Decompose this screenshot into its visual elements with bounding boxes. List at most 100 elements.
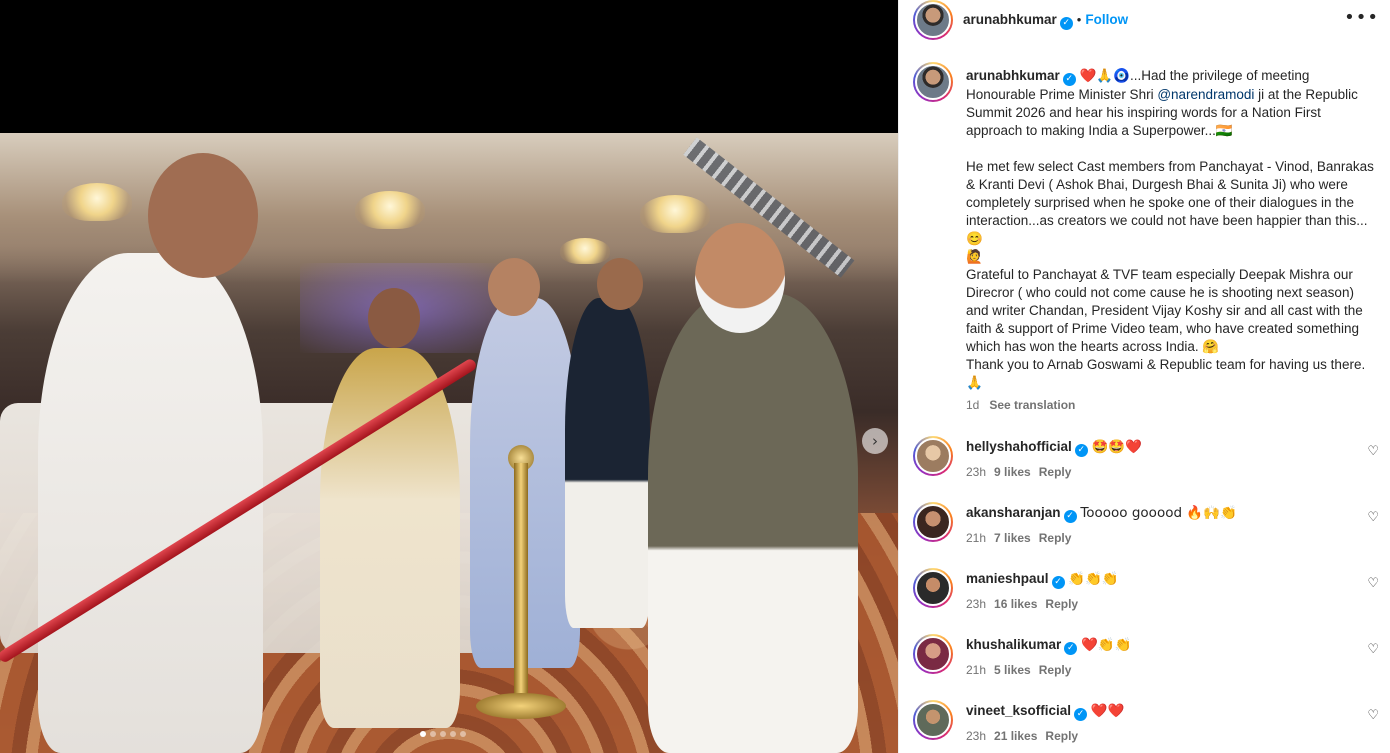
see-translation-link[interactable]: See translation (989, 398, 1075, 412)
person-nehru-head (695, 223, 785, 333)
like-heart-icon[interactable]: ♡ (1367, 708, 1379, 723)
person-left-head (148, 153, 258, 278)
like-heart-icon[interactable]: ♡ (1367, 576, 1379, 591)
reply-button[interactable]: Reply (1045, 729, 1078, 743)
caption-body: arunabhkumar ✓ ❤️🙏🧿...Had the privilege o… (966, 67, 1376, 392)
comment-line: khushalikumar ✓ ❤️👏👏 (966, 637, 1132, 655)
caption-time: 1d (966, 398, 980, 412)
carousel-dot[interactable] (450, 731, 456, 737)
comment-time: 23h (966, 597, 987, 611)
chandelier-4 (560, 238, 610, 264)
carousel-dot[interactable] (460, 731, 466, 737)
post-media[interactable]: › (0, 0, 898, 753)
comment-likes[interactable]: 9 likes (994, 465, 1031, 479)
chandelier-3 (640, 195, 710, 233)
mention-link[interactable]: @narendramodi (1157, 87, 1254, 102)
verified-badge-icon: ✓ (1062, 73, 1076, 86)
person-nehru-jacket (648, 293, 858, 753)
carousel-next-button[interactable]: › (862, 428, 888, 454)
caption-text-2: He met few select Cast members from Panc… (966, 159, 1374, 246)
comment-line: manieshpaul ✓ 👏👏👏 (966, 571, 1119, 589)
chandelier-2 (355, 191, 425, 229)
verified-badge-icon: ✓ (1074, 708, 1088, 721)
commenter-avatar[interactable] (913, 436, 953, 476)
caption-avatar[interactable] (913, 62, 953, 102)
like-heart-icon[interactable]: ♡ (1367, 510, 1379, 525)
comment-text: 🤩🤩❤️ (1091, 439, 1142, 455)
comment-item: vineet_ksofficial ✓ ❤️❤️ 23h 21 likes Reply… (913, 700, 1383, 753)
carousel-dot[interactable] (420, 731, 426, 737)
reply-button[interactable]: Reply (1039, 465, 1072, 479)
comment-username[interactable]: akansharanjan (966, 505, 1061, 520)
comment-time: 23h (966, 465, 987, 479)
caption-username[interactable]: arunabhkumar (966, 68, 1060, 83)
like-heart-icon[interactable]: ♡ (1367, 642, 1379, 657)
comment-time: 23h (966, 729, 987, 743)
stanchion-base (476, 693, 566, 719)
more-options-icon[interactable]: ••• (1344, 9, 1379, 27)
comment-meta: 21h 7 likes Reply (966, 531, 1071, 545)
carousel-dot[interactable] (430, 731, 436, 737)
comment-username[interactable]: manieshpaul (966, 571, 1049, 586)
comment-item: manieshpaul ✓ 👏👏👏 23h 16 likes Reply ♡ (913, 568, 1383, 624)
comment-line: vineet_ksofficial ✓ ❤️❤️ (966, 703, 1124, 721)
caption-text-5: Thank you to Arnab Goswami & Republic te… (966, 357, 1366, 390)
comment-username[interactable]: vineet_ksofficial (966, 703, 1071, 718)
header-user-line: arunabhkumar ✓ • Follow (963, 11, 1128, 30)
comment-item: hellyshahofficial ✓ 🤩🤩❤️ 23h 9 likes Reply … (913, 436, 1383, 492)
commenter-avatar[interactable] (913, 568, 953, 608)
reply-button[interactable]: Reply (1039, 531, 1072, 545)
verified-badge-icon: ✓ (1063, 510, 1077, 523)
comment-text: 👏👏👏 (1068, 571, 1119, 587)
comment-meta: 23h 9 likes Reply (966, 465, 1071, 479)
verified-badge-icon: ✓ (1074, 444, 1088, 457)
person-saree (320, 348, 460, 728)
reply-button[interactable]: Reply (1039, 663, 1072, 677)
comment-meta: 23h 16 likes Reply (966, 597, 1078, 611)
stanchion-pole (514, 463, 528, 703)
comment-text: ❤️❤️ (1090, 703, 1125, 719)
caption-text-3: 🙋 (966, 249, 983, 264)
commenter-avatar[interactable] (913, 700, 953, 740)
person-dark-suit (565, 298, 650, 628)
commenter-avatar[interactable] (913, 502, 953, 542)
author-username[interactable]: arunabhkumar (963, 12, 1057, 27)
comment-likes[interactable]: 5 likes (994, 663, 1031, 677)
comment-line: hellyshahofficial ✓ 🤩🤩❤️ (966, 439, 1142, 457)
person-left-white-shirt (38, 253, 263, 753)
comment-text: ❤️👏👏 (1081, 637, 1132, 653)
follow-button[interactable]: Follow (1085, 12, 1128, 27)
verified-badge-icon: ✓ (1059, 17, 1073, 30)
like-heart-icon[interactable]: ♡ (1367, 444, 1379, 459)
comment-time: 21h (966, 663, 987, 677)
comment-username[interactable]: khushalikumar (966, 637, 1061, 652)
comment-likes[interactable]: 16 likes (994, 597, 1037, 611)
verified-badge-icon: ✓ (1064, 642, 1078, 655)
author-avatar[interactable] (913, 0, 953, 40)
comment-meta: 23h 21 likes Reply (966, 729, 1078, 743)
comment-likes[interactable]: 7 likes (994, 531, 1031, 545)
verified-badge-icon: ✓ (1051, 576, 1065, 589)
commenter-avatar[interactable] (913, 634, 953, 674)
carousel-dots (420, 731, 466, 737)
post-photo (0, 133, 898, 753)
post-header: arunabhkumar ✓ • Follow ••• (899, 0, 1390, 40)
chevron-right-icon: › (872, 432, 878, 450)
caption-meta: 1d See translation (966, 398, 1075, 412)
comment-username[interactable]: hellyshahofficial (966, 439, 1072, 454)
comment-text: Tooooo gooood 🔥🙌👏 (1080, 505, 1237, 521)
carousel-dot[interactable] (440, 731, 446, 737)
caption-emojis: ❤️🙏🧿 (1079, 68, 1130, 84)
post-sidebar: arunabhkumar ✓ • Follow ••• arunabhkumar ✓ ❤… (898, 0, 1390, 753)
comment-time: 21h (966, 531, 987, 545)
person-floral-head (488, 258, 540, 316)
comment-item: khushalikumar ✓ ❤️👏👏 21h 5 likes Reply ♡ (913, 634, 1383, 690)
reply-button[interactable]: Reply (1045, 597, 1078, 611)
comment-line: akansharanjan ✓ Tooooo gooood 🔥🙌👏 (966, 505, 1237, 523)
comment-item: akansharanjan ✓ Tooooo gooood 🔥🙌👏 21h 7 li… (913, 502, 1383, 558)
person-dark-suit-head (597, 258, 643, 310)
caption-text-4: Grateful to Panchayat & TVF team especia… (966, 267, 1363, 354)
comment-likes[interactable]: 21 likes (994, 729, 1037, 743)
person-saree-head (368, 288, 420, 348)
dot-separator: • (1076, 12, 1082, 27)
